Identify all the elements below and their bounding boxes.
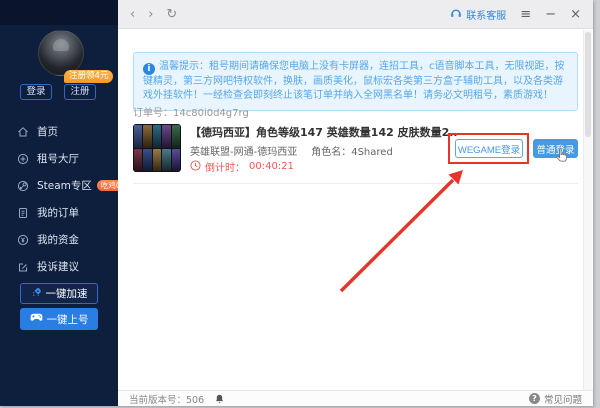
register-bonus-badge: 注册领4元 — [64, 70, 114, 83]
sidebar-item-label: 我的订单 — [37, 207, 79, 219]
contact-support-button[interactable]: 联系客服 — [450, 7, 506, 22]
titlebar: ‹ › ↻ 联系客服 ≡ − × — [118, 0, 593, 29]
onekey-label: 一键上号 — [46, 313, 89, 326]
accelerate-button[interactable]: 一键加速 — [20, 283, 98, 304]
role-name: 4Shared — [351, 147, 393, 158]
sidebar-item-my-funds[interactable]: 我的资金 — [0, 226, 118, 253]
contact-support-label: 联系客服 — [466, 10, 507, 22]
orders-icon — [17, 207, 29, 219]
funds-icon — [17, 234, 29, 246]
sidebar-item-my-orders[interactable]: 我的订单 — [0, 199, 118, 226]
scrollbar[interactable] — [583, 30, 592, 390]
main-area: ‹ › ↻ 联系客服 ≡ − × i 温馨提示：租号期间请确保您电脑上没有卡屏器，… — [118, 0, 593, 406]
app-window: 注册领4元 登录 注册 首页 租号大厅 Steam专区 吃鸡0元 我的订单 我的… — [0, 0, 593, 406]
sidebar-item-label: 租号大厅 — [37, 153, 79, 165]
accelerate-label: 一键加速 — [45, 288, 88, 300]
bell-icon[interactable] — [215, 394, 224, 407]
faq-label: 常见问题 — [543, 394, 582, 406]
hall-icon — [17, 153, 29, 165]
close-button[interactable]: × — [570, 8, 581, 21]
forward-button[interactable]: › — [148, 8, 153, 21]
order-meta: 英雄联盟-网通-德玛西亚 角色名：4Shared — [190, 143, 393, 158]
back-button[interactable]: ‹ — [130, 8, 135, 21]
one-key-login-button[interactable]: 一键上号 — [20, 308, 98, 330]
sidebar-item-label: 投诉建议 — [37, 261, 79, 273]
sidebar-item-label: Steam专区 — [37, 180, 92, 192]
hand-cursor-icon — [555, 148, 568, 167]
sidebar-item-label: 我的资金 — [37, 234, 79, 246]
version-text: 当前版本号：506 — [129, 394, 205, 406]
clock-icon — [190, 159, 201, 174]
statusbar: 当前版本号：506 ? 常见问题 — [118, 390, 593, 406]
sidebar-item-home[interactable]: 首页 — [0, 118, 118, 145]
sidebar-item-feedback[interactable]: 投诉建议 — [0, 253, 118, 280]
sidebar: 注册领4元 登录 注册 首页 租号大厅 Steam专区 吃鸡0元 我的订单 我的… — [0, 0, 133, 406]
sidebar-item-steam[interactable]: Steam专区 吃鸡0元 — [0, 172, 133, 199]
order-number-label: 订单号： — [133, 108, 173, 119]
minimize-button[interactable]: − — [545, 8, 556, 21]
order-number-value: 14c80i0d4g7rg — [173, 108, 249, 119]
sidebar-item-rental-hall[interactable]: 租号大厅 — [0, 145, 118, 172]
sidebar-header — [0, 0, 118, 25]
countdown-value: 00:40:21 — [249, 161, 294, 172]
headset-icon — [450, 7, 462, 22]
rocket-icon — [31, 287, 42, 301]
steam-icon — [17, 180, 29, 192]
sidebar-menu: 首页 租号大厅 Steam专区 吃鸡0元 我的订单 我的资金 投诉建议 — [0, 118, 133, 280]
order-card: 【德玛西亚】角色等级147 英雄数量142 皮肤数量2.. 英雄联盟-网通-德玛… — [133, 122, 578, 184]
gamepad-icon — [30, 313, 43, 325]
notice-text: 温馨提示：租号期间请确保您电脑上没有卡屏器，连招工具，c语音脚本工具，无限视距，… — [143, 61, 565, 101]
info-icon: i — [143, 63, 155, 75]
annotation-highlight-box — [448, 133, 529, 164]
card-separator — [133, 183, 578, 184]
home-icon — [17, 126, 29, 138]
order-title: 【德玛西亚】角色等级147 英雄数量142 皮肤数量2.. — [190, 126, 458, 139]
login-button[interactable]: 登录 — [20, 84, 52, 100]
scrollbar-thumb[interactable] — [585, 32, 591, 137]
notice-banner: i 温馨提示：租号期间请确保您电脑上没有卡屏器，连招工具，c语音脚本工具，无限视距… — [133, 52, 578, 111]
countdown-label: 倒计时： — [205, 163, 245, 174]
order-thumbnail — [133, 124, 181, 172]
order-page: i 温馨提示：租号期间请确保您电脑上没有卡屏器，连招工具，c语音脚本工具，无限视距… — [118, 30, 593, 390]
window-menu-button[interactable]: ≡ — [520, 8, 531, 21]
sidebar-item-label: 首页 — [37, 126, 58, 138]
faq-link[interactable]: ? 常见问题 — [528, 392, 582, 406]
role-label: 角色名： — [311, 147, 352, 158]
game-info: 英雄联盟-网通-德玛西亚 — [190, 147, 298, 158]
question-icon: ? — [528, 393, 540, 404]
order-number: 订单号：14c80i0d4g7rg — [133, 104, 249, 119]
feedback-icon — [17, 261, 29, 273]
countdown: 倒计时： 00:40:21 — [190, 159, 294, 174]
refresh-button[interactable]: ↻ — [166, 8, 177, 21]
register-button[interactable]: 注册 — [64, 84, 96, 100]
